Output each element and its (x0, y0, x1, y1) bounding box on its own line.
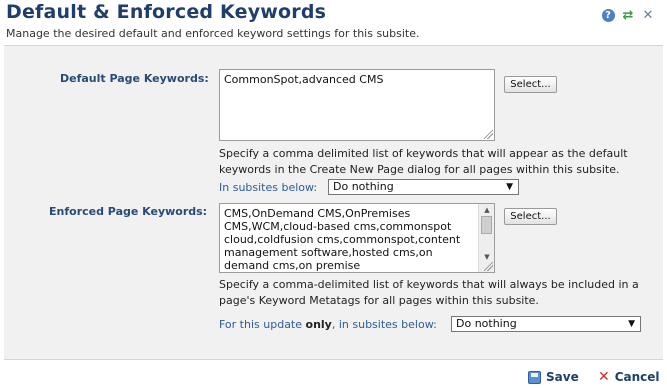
page-subtitle: Manage the desired default and enforced … (6, 27, 420, 40)
default-keywords-label: Default Page Keywords: (60, 72, 209, 85)
default-keywords-value: CommonSpot,advanced CMS (224, 73, 384, 86)
cancel-icon: ✕ (598, 369, 610, 385)
enforced-keywords-label: Enforced Page Keywords: (49, 205, 208, 218)
default-subsites-select[interactable]: Do nothing ▼ (328, 179, 519, 195)
enforced-keywords-select-button[interactable]: Select... (504, 208, 557, 225)
enforced-subsites-label: For this update only, in subsites below: (219, 318, 437, 331)
save-button[interactable]: Save (528, 370, 579, 384)
chevron-down-icon: ▼ (506, 182, 513, 192)
page-title: Default & Enforced Keywords (6, 1, 327, 23)
refresh-icon[interactable]: ⇄ (621, 8, 635, 23)
enforced-keywords-value: CMS,OnDemand CMS,OnPremises CMS,WCM,clou… (224, 207, 461, 272)
scroll-thumb[interactable] (481, 216, 492, 234)
resize-grip-icon[interactable] (484, 262, 493, 271)
default-subsites-label: In subsites below: (219, 181, 318, 194)
close-icon[interactable]: ✕ (641, 8, 655, 23)
help-icon[interactable]: ? (601, 8, 615, 22)
chevron-down-icon: ▼ (628, 319, 635, 329)
resize-grip-icon[interactable] (484, 130, 493, 139)
default-keywords-textarea[interactable]: CommonSpot,advanced CMS (219, 69, 495, 141)
enforced-subsites-select[interactable]: Do nothing ▼ (451, 316, 641, 332)
enforced-keywords-textarea[interactable]: CMS,OnDemand CMS,OnPremises CMS,WCM,clou… (219, 203, 495, 273)
scroll-down-icon[interactable]: ▼ (481, 252, 493, 262)
enforced-keywords-help-text: Specify a comma-delimited list of keywor… (219, 278, 639, 307)
cancel-button[interactable]: ✕ Cancel (598, 370, 660, 384)
save-icon (528, 370, 541, 384)
header-icons: ? ⇄ ✕ (601, 8, 655, 23)
scroll-up-icon[interactable]: ▲ (481, 205, 493, 215)
default-keywords-select-button[interactable]: Select... (504, 76, 557, 93)
default-keywords-help-text: Specify a comma delimited list of keywor… (219, 147, 628, 176)
